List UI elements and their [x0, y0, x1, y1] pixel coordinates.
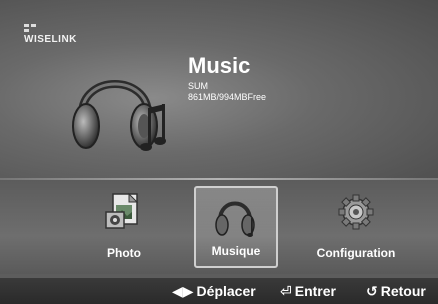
menu-item-label: Configuration [316, 246, 396, 260]
hint-move: ◀▶ Déplacer [172, 283, 256, 300]
wiselink-logo: WISELINK [24, 24, 77, 45]
menu-item-musique[interactable]: Musique [194, 186, 278, 268]
menu-item-label: Photo [107, 246, 141, 260]
wiselink-logo-mark [24, 24, 42, 32]
page-title: Music [188, 53, 251, 78]
hint-enter: ⏎ Entrer [280, 283, 336, 300]
menu-item-photo[interactable]: Photo [82, 186, 166, 268]
menu-item-label: Musique [211, 244, 261, 258]
navigation-hint-bar: ◀▶ Déplacer ⏎ Entrer ↺ Retour [0, 278, 438, 304]
storage-info: 861MB/994MBFree [188, 92, 267, 102]
logo-text: WISELINK [24, 34, 77, 45]
headphones-icon [215, 201, 255, 237]
headphones-music-icon [72, 80, 166, 151]
hint-enter-label: Entrer [294, 283, 336, 299]
wiselink-screen: WISELINK Music SUM 861MB/994MBFree Photo… [0, 0, 438, 304]
return-icon: ↺ [366, 283, 378, 299]
gear-icon [338, 194, 374, 230]
arrows-left-right-icon: ◀▶ [172, 283, 194, 299]
device-name: SUM [188, 81, 208, 91]
header-panel: WISELINK Music SUM 861MB/994MBFree [0, 0, 438, 178]
hint-move-label: Déplacer [196, 283, 256, 299]
photo-icon [105, 192, 139, 229]
hint-back-label: Retour [380, 283, 426, 299]
enter-icon: ⏎ [280, 283, 292, 299]
hint-back: ↺ Retour [366, 283, 426, 300]
menu-item-configuration[interactable]: Configuration [306, 186, 406, 268]
main-menu: Photo Musique Configuration [0, 180, 438, 274]
